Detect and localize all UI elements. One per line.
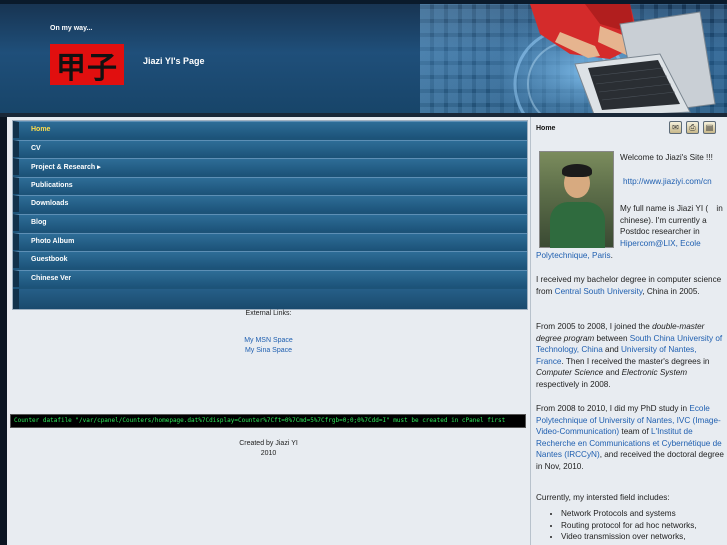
print-icon[interactable]: ⎙	[686, 121, 699, 134]
menu-item-label: Photo Album	[31, 238, 75, 245]
master-text-a: From 2005 to 2008, I joined the	[536, 322, 650, 331]
page-title: Home	[536, 125, 556, 132]
list-item: Routing protocol for ad hoc networks,	[561, 520, 697, 532]
phd-paragraph: From 2008 to 2010, I did my PhD study in…	[536, 403, 726, 473]
phd-text-a: From 2008 to 2010, I did my PhD study in	[536, 404, 688, 413]
hipercom-link[interactable]: Hipercom@LIX, Ecole Polytechnique, Paris	[536, 239, 701, 260]
welcome-message: Welcome to Jiazi's Site !!!	[620, 153, 713, 162]
intro-paragraph: My full name is Jiazi YI ( in chinese). …	[620, 203, 726, 238]
master-text-d: . Then I received the master's degrees i…	[561, 356, 710, 366]
master-text-f: respectively in 2008.	[536, 379, 611, 389]
menu-item-label: Blog	[31, 219, 47, 226]
phd-text-b: team of	[621, 427, 649, 437]
menu-item-downloads[interactable]: Downloads	[13, 195, 527, 212]
site-url-link[interactable]: http://www.jiaziyi.com/cn	[623, 177, 712, 186]
list-item: Network Protocols and systems	[561, 508, 697, 520]
credit-year: 2010	[260, 450, 277, 457]
master-paragraph: From 2005 to 2008, I joined the double-m…	[536, 321, 724, 391]
email-icon[interactable]: ✉	[669, 121, 682, 134]
menu-item-label: Downloads	[31, 200, 69, 207]
site-logo[interactable]: 甲子	[50, 44, 124, 86]
menu-item-chinese-ver[interactable]: Chinese Ver	[13, 270, 527, 287]
link-sina-space[interactable]: My Sina Space	[7, 347, 530, 354]
counter-error-box: Counter datafile "/var/cpanel/Counters/h…	[10, 414, 526, 428]
external-links-title: External Links:	[245, 310, 292, 317]
menu-item-home[interactable]: Home	[13, 121, 527, 138]
bachelor-text-end: , China in 2005.	[642, 286, 700, 296]
master-text-c: and	[605, 345, 619, 355]
interests-intro: Currently, my intersted field includes:	[536, 493, 670, 502]
menu-item-label: Guestbook	[31, 256, 68, 263]
menu-item-label: Project & Research ▸	[31, 164, 101, 171]
menu-item-guestbook[interactable]: Guestbook	[13, 251, 527, 268]
content-panel: Home ✉ ⎙ ▤ Welcome to Jiazi's Site !!! h…	[530, 117, 727, 545]
menu-item-publications[interactable]: Publications	[13, 177, 527, 194]
laptop-hero-image	[500, 4, 727, 117]
main-menu: Home CV Project & Research ▸ Publication…	[12, 120, 528, 310]
site-url-line: http://www.jiaziyi.com/cn	[623, 176, 727, 188]
save-icon[interactable]: ▤	[703, 121, 716, 134]
menu-footer-bar	[13, 289, 527, 309]
master-text-e: and	[605, 368, 620, 378]
site-title: Jiazi YI's Page	[143, 56, 205, 66]
master-text-b: between	[596, 333, 628, 343]
menu-item-label: Home	[31, 126, 51, 133]
cs-emphasis: Computer Science	[536, 368, 604, 378]
menu-item-blog[interactable]: Blog	[13, 214, 527, 231]
menu-item-cv[interactable]: CV	[13, 140, 527, 157]
menu-item-project-research[interactable]: Project & Research ▸	[13, 158, 527, 175]
profile-photo	[539, 151, 614, 248]
credit-line: Created by Jiazi YI	[239, 440, 298, 447]
csu-link[interactable]: Central South University	[555, 287, 643, 296]
menu-item-label: Chinese Ver	[31, 275, 72, 282]
site-header: On my way... 甲子 Jiazi YI's Page	[0, 0, 727, 117]
link-msn-space[interactable]: My MSN Space	[7, 337, 530, 344]
interests-list: Network Protocols and systems Routing pr…	[541, 508, 697, 543]
bachelor-paragraph: I received my bachelor degree in compute…	[536, 274, 724, 297]
list-item: Video transmission over networks,	[561, 531, 697, 543]
es-emphasis: Electronic System	[621, 368, 688, 378]
welcome-text: Welcome to Jiazi's Site !!!	[620, 152, 726, 164]
menu-item-photo-album[interactable]: Photo Album	[13, 233, 527, 250]
page-tools: ✉ ⎙ ▤	[669, 121, 716, 134]
left-panel: Home CV Project & Research ▸ Publication…	[7, 117, 530, 545]
intro-text-a: My full name is Jiazi YI (	[620, 204, 709, 213]
menu-item-label: CV	[31, 145, 41, 152]
site-tagline: On my way...	[50, 25, 93, 32]
menu-item-label: Publications	[31, 182, 73, 189]
intro-affiliation: Hipercom@LIX, Ecole Polytechnique, Paris…	[536, 239, 701, 260]
